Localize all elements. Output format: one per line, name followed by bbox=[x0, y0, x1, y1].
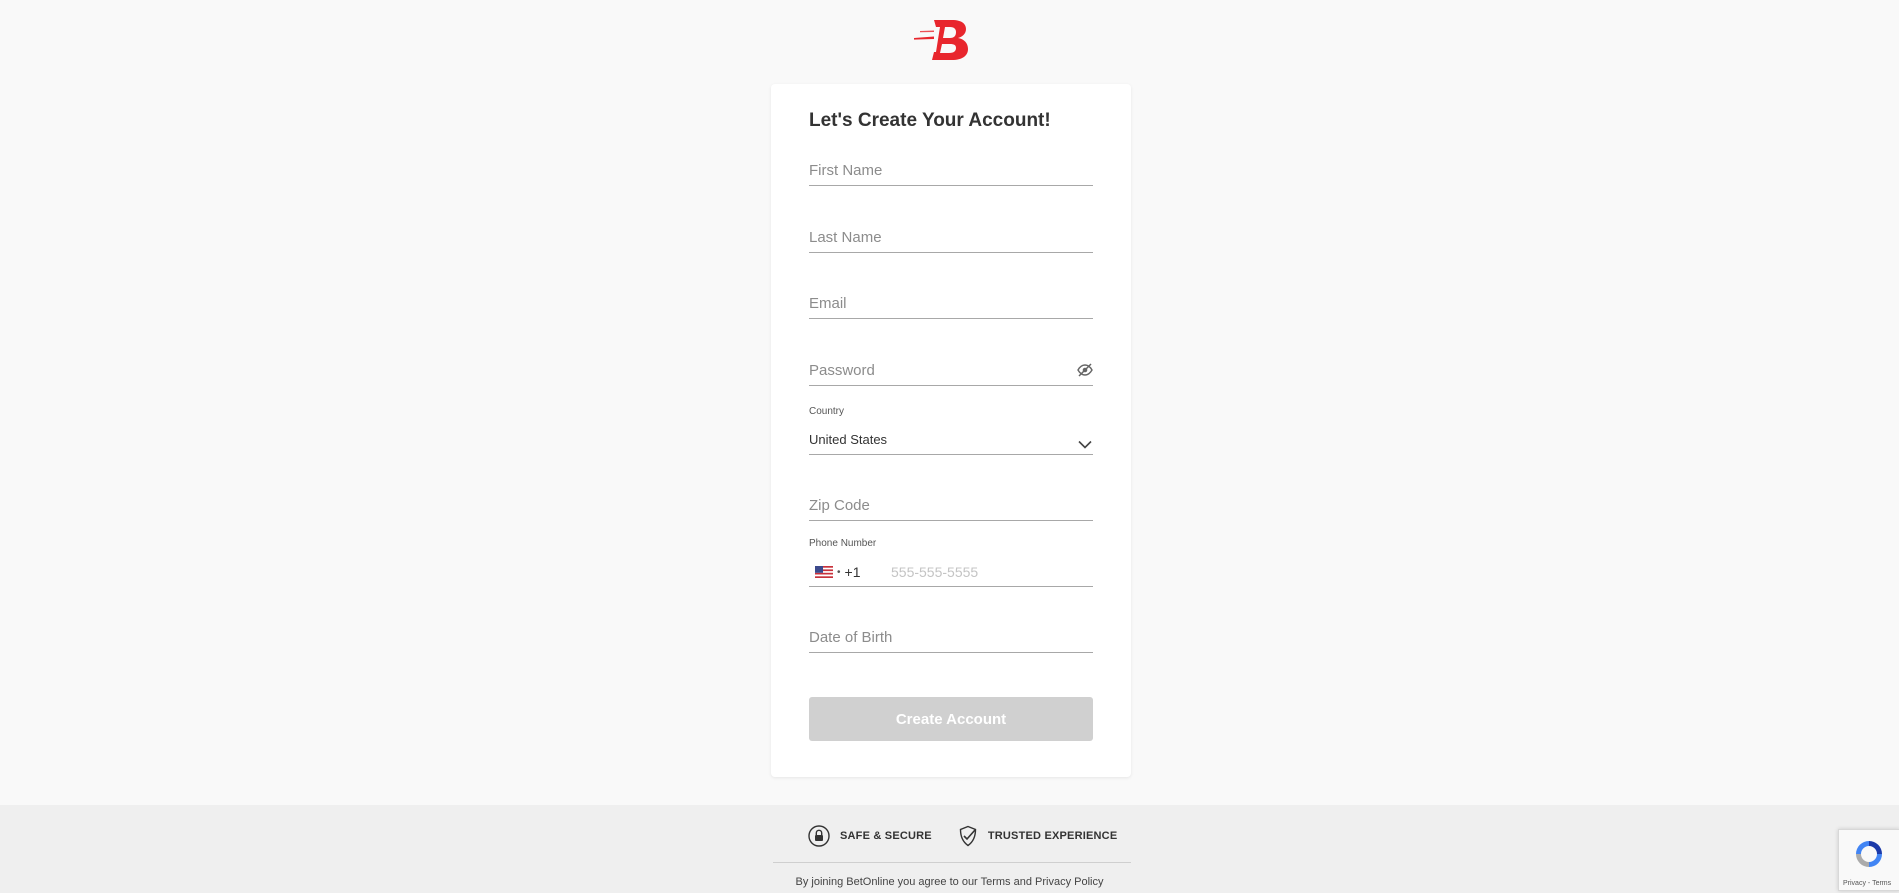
password-field[interactable]: Password bbox=[809, 336, 1093, 386]
email-placeholder: Email bbox=[809, 295, 847, 312]
phone-number-field[interactable]: Phone Number • +1 555-555-5555 bbox=[809, 536, 1093, 587]
form-title: Let's Create Your Account! bbox=[809, 110, 1051, 131]
country-label: Country bbox=[809, 406, 845, 417]
signup-page: Let's Create Your Account! First Name La… bbox=[0, 0, 1899, 893]
first-name-placeholder: First Name bbox=[809, 162, 883, 179]
signup-card: Let's Create Your Account! First Name La… bbox=[771, 84, 1131, 777]
privacy-policy-link[interactable]: Privacy Policy bbox=[1035, 876, 1103, 888]
recaptcha-icon bbox=[1856, 841, 1882, 867]
us-flag-icon bbox=[815, 566, 833, 578]
trusted-experience-badge: TRUSTED EXPERIENCE bbox=[958, 825, 1118, 847]
email-field[interactable]: Email bbox=[809, 269, 1093, 319]
phone-number-label: Phone Number bbox=[809, 538, 877, 549]
zip-code-field[interactable]: Zip Code bbox=[809, 471, 1093, 521]
eye-slash-icon[interactable] bbox=[1077, 363, 1093, 377]
safe-secure-badge: SAFE & SECURE bbox=[808, 825, 932, 847]
safe-secure-label: SAFE & SECURE bbox=[840, 830, 932, 842]
password-placeholder: Password bbox=[809, 362, 875, 379]
terms-link[interactable]: Terms bbox=[981, 876, 1011, 888]
first-name-field[interactable]: First Name bbox=[809, 136, 1093, 186]
agreement-text: By joining BetOnline you agree to our Te… bbox=[0, 876, 1899, 888]
trusted-experience-label: TRUSTED EXPERIENCE bbox=[987, 830, 1118, 842]
create-account-button[interactable]: Create Account bbox=[809, 697, 1093, 741]
footer: SAFE & SECURE TRUSTED EXPERIENCE By join… bbox=[0, 805, 1899, 893]
footer-divider bbox=[773, 862, 1131, 863]
recaptcha-links: Privacy - Terms bbox=[1843, 880, 1891, 887]
lock-icon bbox=[808, 825, 840, 847]
betonline-logo-icon[interactable] bbox=[912, 16, 974, 64]
country-value: United States bbox=[809, 432, 888, 447]
trust-badges: SAFE & SECURE TRUSTED EXPERIENCE bbox=[808, 825, 1117, 847]
recaptcha-badge[interactable]: Privacy - Terms bbox=[1838, 829, 1899, 891]
phone-input-placeholder[interactable]: 555-555-5555 bbox=[891, 564, 978, 580]
chevron-down-icon[interactable] bbox=[1078, 436, 1092, 449]
date-of-birth-field[interactable]: Date of Birth bbox=[809, 603, 1093, 653]
shield-check-icon bbox=[958, 825, 988, 847]
country-code-selector[interactable]: • +1 bbox=[815, 564, 860, 580]
dial-code: +1 bbox=[844, 564, 861, 580]
recaptcha-privacy-link[interactable]: Privacy bbox=[1843, 880, 1866, 887]
last-name-placeholder: Last Name bbox=[809, 229, 882, 246]
agreement-and: and bbox=[1010, 876, 1036, 888]
country-select[interactable]: Country United States bbox=[809, 404, 1093, 455]
date-of-birth-placeholder: Date of Birth bbox=[809, 629, 893, 646]
dropdown-dot: • bbox=[837, 566, 841, 578]
last-name-field[interactable]: Last Name bbox=[809, 203, 1093, 253]
zip-code-placeholder: Zip Code bbox=[809, 497, 870, 514]
agreement-prefix: By joining BetOnline you agree to our bbox=[795, 876, 981, 888]
recaptcha-terms-link[interactable]: Terms bbox=[1872, 880, 1891, 887]
